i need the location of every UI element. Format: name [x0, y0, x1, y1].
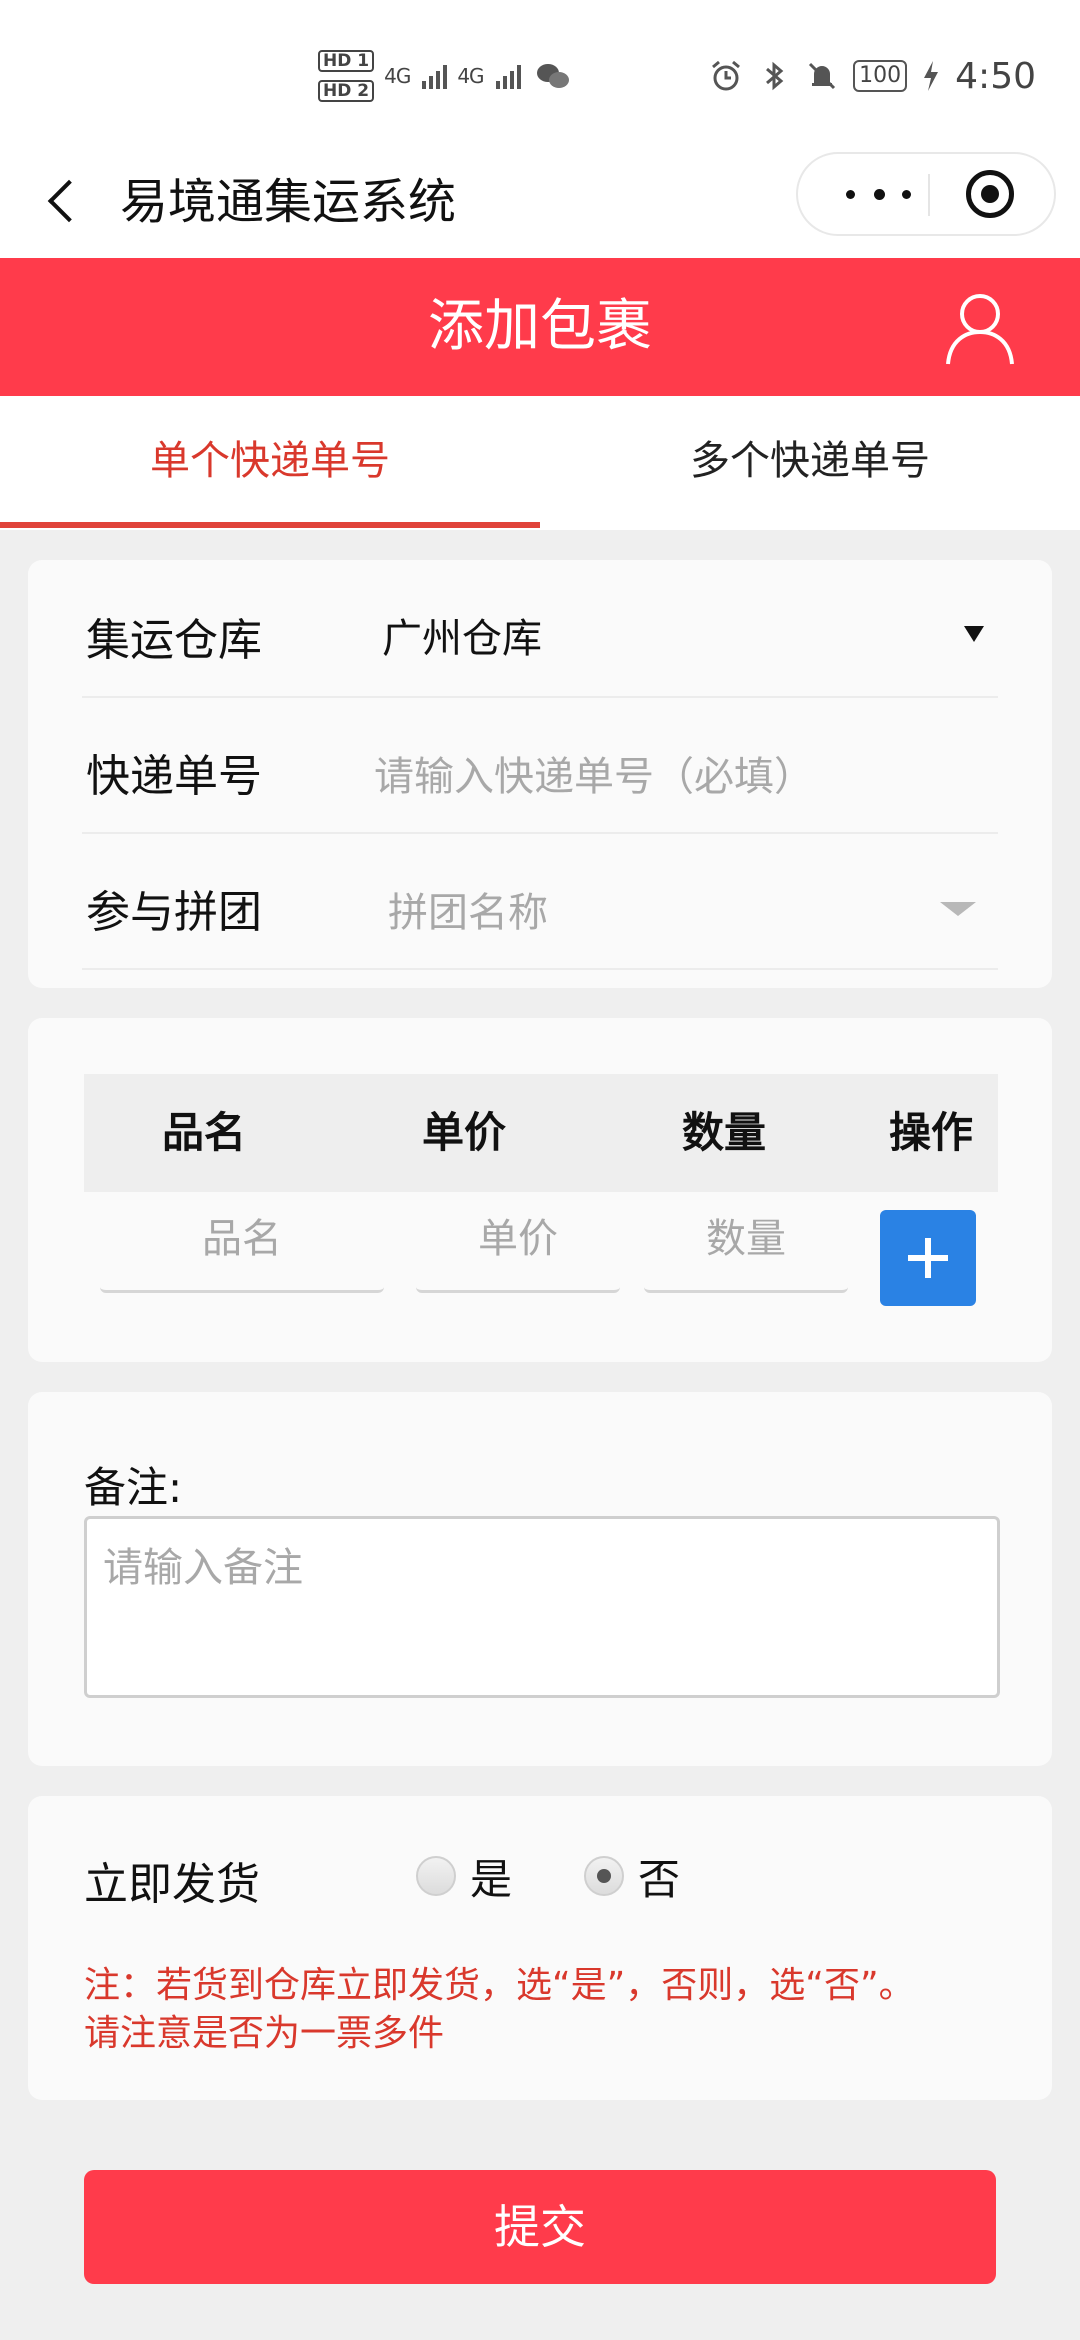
item-qty-input[interactable]: 数量	[644, 1204, 848, 1293]
package-info-card: 集运仓库 广州仓库 快递单号 请输入快递单号（必填） 参与拼团 拼团名称	[28, 560, 1052, 988]
status-bar-right: 100 4:50	[709, 55, 1036, 97]
warehouse-select[interactable]: 广州仓库	[382, 606, 542, 664]
ship-note-line2: 请注意是否为一票多件	[84, 2013, 445, 2054]
radio-no-label: 否	[638, 1854, 681, 1904]
ship-note: 注：若货到仓库立即发货，选“是”，否则，选“否”。 请注意是否为一票多件	[84, 1962, 1024, 2058]
tab-multiple-tracking[interactable]: 多个快递单号	[540, 396, 1080, 530]
bluetooth-icon	[766, 61, 784, 91]
submit-button[interactable]: 提交	[84, 2170, 996, 2284]
more-icon[interactable]	[834, 154, 922, 234]
radio-no[interactable]: 否	[584, 1850, 680, 1904]
close-icon[interactable]	[966, 170, 1014, 218]
add-item-button[interactable]	[880, 1210, 976, 1306]
radio-no-circle[interactable]	[584, 1856, 624, 1896]
tab-bar: 单个快递单号 多个快递单号	[0, 396, 1080, 530]
ship-now-card: 立即发货 是 否 注：若货到仓库立即发货，选“是”，否则，选“否”。 请注意是否…	[28, 1796, 1052, 2100]
back-icon[interactable]	[38, 170, 98, 230]
app-title: 易境通集运系统	[120, 174, 457, 230]
tracking-label: 快递单号	[86, 751, 262, 802]
remark-input[interactable]	[84, 1516, 1000, 1698]
items-card: 品名 单价 数量 操作 品名 单价 数量	[28, 1018, 1052, 1362]
network-type-2: 4G	[457, 64, 484, 88]
group-label: 参与拼团	[86, 887, 262, 938]
dropdown-arrow-icon[interactable]	[940, 902, 976, 916]
ship-now-label: 立即发货	[84, 1859, 260, 1910]
wechat-icon	[536, 62, 571, 90]
ship-note-line1: 注：若货到仓库立即发货，选“是”，否则，选“否”。	[84, 1965, 915, 2006]
user-icon[interactable]	[940, 288, 1020, 368]
warehouse-row[interactable]: 集运仓库 广州仓库	[82, 560, 998, 698]
header-name: 品名	[161, 1108, 246, 1157]
sim1-badge: HD 1	[318, 50, 375, 72]
tracking-input[interactable]: 请输入快递单号（必填）	[374, 744, 814, 802]
header-qty: 数量	[681, 1108, 766, 1157]
remark-label: 备注:	[84, 1463, 183, 1512]
network-type-1: 4G	[384, 64, 411, 88]
item-name-input[interactable]: 品名	[100, 1204, 384, 1293]
status-bar-left: HD 1 HD 2 4G 4G	[318, 46, 571, 106]
mini-program-capsule	[796, 152, 1056, 236]
items-table-header: 品名 单价 数量 操作	[84, 1074, 998, 1192]
radio-yes-label: 是	[470, 1854, 513, 1904]
status-bar: HD 1 HD 2 4G 4G 100 4:50	[0, 0, 1080, 150]
signal-icon-2	[495, 63, 521, 89]
sim2-badge: HD 2	[318, 80, 375, 102]
header-price: 单价	[421, 1108, 506, 1157]
radio-yes-circle[interactable]	[416, 1856, 456, 1896]
group-row[interactable]: 参与拼团 拼团名称	[82, 832, 998, 970]
charging-icon	[924, 61, 939, 91]
tracking-row: 快递单号 请输入快递单号（必填）	[82, 696, 998, 834]
page-header: 添加包裹	[0, 258, 1080, 396]
tab-single-tracking[interactable]: 单个快递单号	[0, 396, 540, 530]
clock: 4:50	[955, 55, 1036, 97]
remark-card: 备注:	[28, 1392, 1052, 1766]
title-bar: 易境通集运系统	[0, 150, 1080, 258]
signal-icon	[422, 63, 448, 89]
header-action: 操作	[888, 1108, 973, 1157]
capsule-divider	[928, 174, 930, 216]
mute-icon	[809, 62, 836, 90]
radio-yes[interactable]: 是	[416, 1850, 512, 1904]
item-price-input[interactable]: 单价	[416, 1204, 620, 1293]
warehouse-label: 集运仓库	[86, 615, 262, 666]
alarm-icon	[712, 60, 741, 91]
sim-indicators: HD 1 HD 2	[318, 50, 375, 102]
dropdown-arrow-icon[interactable]	[964, 626, 984, 642]
group-select[interactable]: 拼团名称	[388, 880, 548, 938]
active-tab-indicator	[0, 522, 540, 528]
battery-indicator: 100	[853, 60, 908, 92]
page-title: 添加包裹	[428, 294, 652, 359]
